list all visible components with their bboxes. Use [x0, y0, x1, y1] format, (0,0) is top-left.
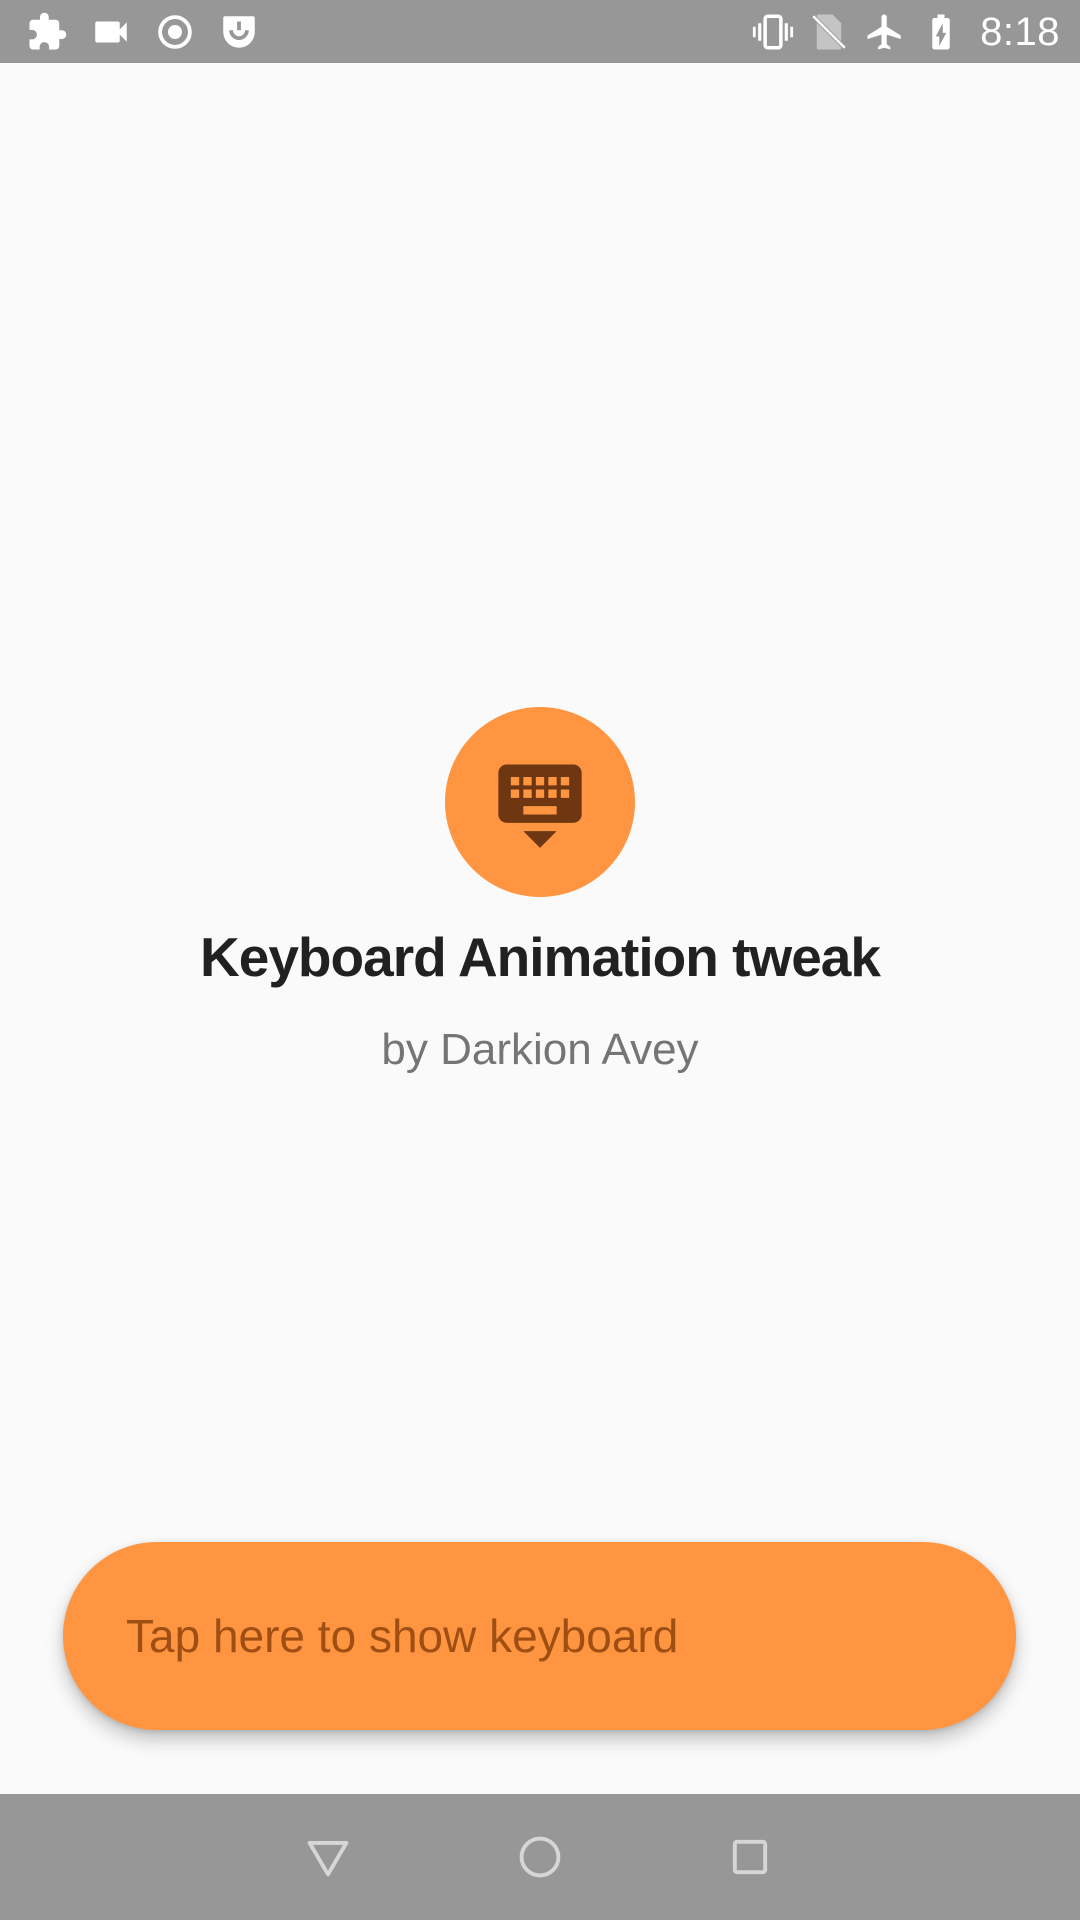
- app-title: Keyboard Animation tweak: [200, 926, 881, 988]
- vibrate-icon: [753, 14, 794, 50]
- puzzle-icon: [29, 12, 67, 50]
- video-camera-icon: [95, 21, 127, 43]
- record-icon: [158, 15, 192, 49]
- app-logo: [445, 707, 635, 897]
- navigation-bar: [0, 1794, 1080, 1920]
- back-button[interactable]: [298, 1827, 358, 1887]
- system-status-icons: 8:18: [752, 10, 1060, 54]
- grab-icon: [223, 16, 255, 48]
- show-keyboard-button[interactable]: Tap here to show keyboard: [63, 1542, 1016, 1730]
- app-author: by Darkion Avey: [381, 1025, 699, 1074]
- recents-square-icon: [732, 1839, 768, 1875]
- home-circle-icon: [519, 1836, 561, 1878]
- status-bar: 8:18: [0, 0, 1080, 63]
- recents-button[interactable]: [720, 1827, 780, 1887]
- no-sim-icon: [811, 14, 847, 50]
- notification-icons: [26, 10, 260, 54]
- airplane-mode-icon: [867, 14, 901, 50]
- screen: 8:18 Keyboard Animation tweak by Darkion…: [0, 0, 1080, 1920]
- back-triangle-icon: [307, 1840, 349, 1877]
- home-button[interactable]: [510, 1827, 570, 1887]
- show-keyboard-label: Tap here to show keyboard: [126, 1610, 679, 1662]
- battery-charging-icon: [932, 14, 950, 50]
- clock: 8:18: [980, 9, 1060, 54]
- keyboard-hide-icon: [498, 764, 582, 848]
